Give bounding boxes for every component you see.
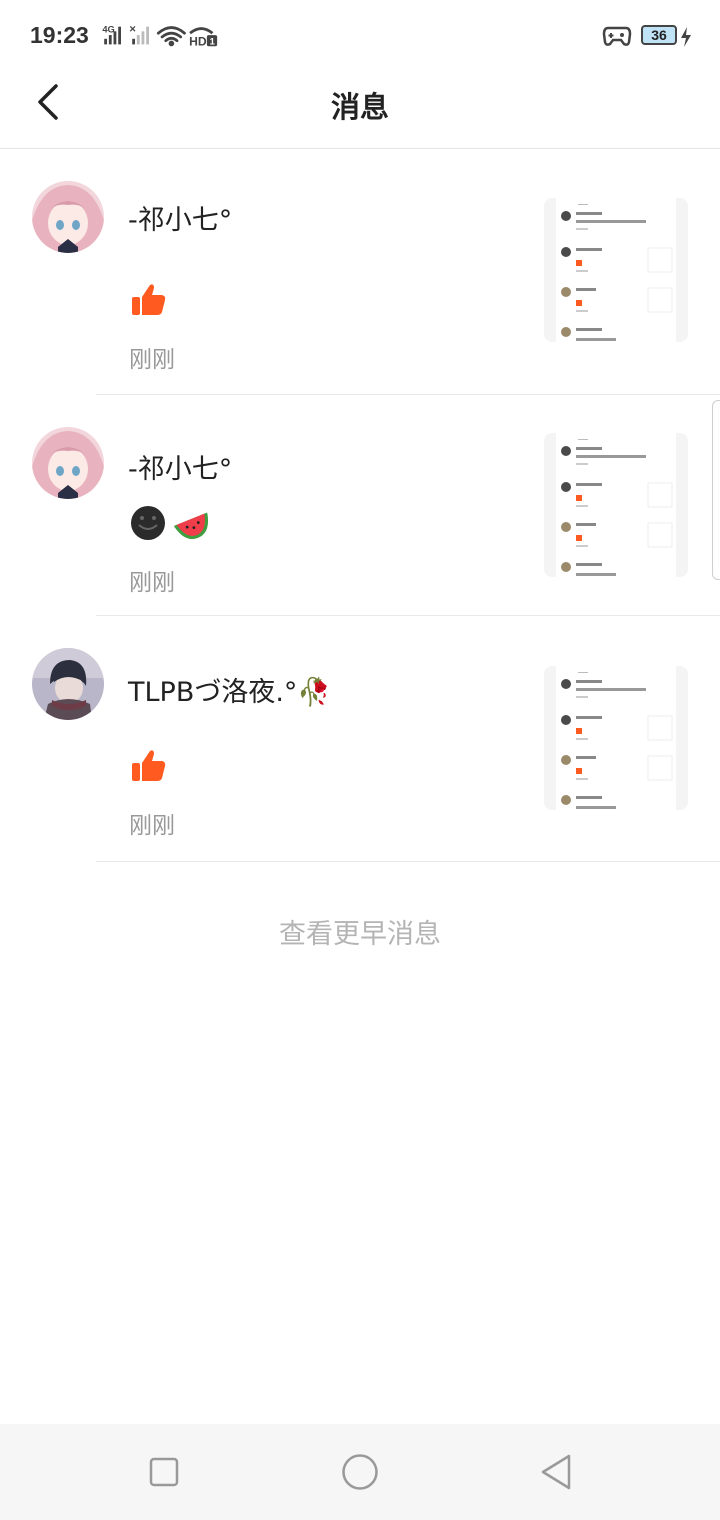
view-earlier-messages-link[interactable]: 查看更早消息 [0, 912, 720, 951]
home-icon [342, 1454, 378, 1490]
watermelon-emoji [173, 512, 209, 540]
battery-level: 36 [651, 27, 667, 43]
timestamp: 刚刚 [129, 347, 175, 373]
divider [96, 861, 720, 862]
page-title: 消息 [330, 90, 389, 124]
system-nav-bar [0, 1424, 720, 1520]
post-thumbnail[interactable] [544, 198, 688, 342]
reaction [128, 503, 212, 543]
recent-apps-icon [149, 1457, 179, 1487]
hd-call-icon: HD 1 [189, 27, 218, 48]
username[interactable]: TLPBづ洛夜.°🥀 [128, 670, 331, 709]
message-item[interactable]: -祁小七° 刚刚 [0, 395, 720, 616]
home-button[interactable] [340, 1452, 380, 1492]
reaction [128, 280, 168, 320]
post-thumbnail[interactable] [544, 666, 688, 810]
wifi-icon [156, 26, 186, 47]
message-item[interactable]: TLPBづ洛夜.°🥀 刚刚 [0, 616, 720, 862]
status-time: 19:23 [30, 22, 89, 48]
back-icon [541, 1454, 571, 1490]
svg-text:×: × [129, 23, 136, 35]
header: 消息 [0, 72, 720, 149]
avatar[interactable] [32, 427, 104, 499]
timestamp: 刚刚 [129, 813, 175, 839]
message-item[interactable]: -祁小七° 刚刚 [0, 150, 720, 395]
status-bar: 19:23 4G × HD 1 36 [0, 0, 720, 72]
signal-off-icon: × [129, 23, 149, 45]
avatar[interactable] [32, 648, 104, 720]
like-icon [132, 750, 166, 781]
gamepad-icon [602, 26, 632, 46]
post-thumbnail[interactable] [544, 433, 688, 577]
network-type-label: 4G [102, 24, 114, 34]
dark-smile-emoji [131, 506, 165, 540]
hd-label: HD [189, 34, 207, 48]
username[interactable]: -祁小七° [128, 447, 232, 486]
network-signal-icons: 4G × HD 1 [102, 23, 218, 48]
edge-panel-handle[interactable] [712, 400, 720, 580]
timestamp: 刚刚 [129, 570, 175, 596]
username[interactable]: -祁小七° [128, 198, 232, 237]
reaction [128, 746, 168, 786]
svg-text:1: 1 [210, 36, 215, 46]
recent-apps-button[interactable] [144, 1452, 184, 1492]
nav-back-button[interactable] [536, 1452, 576, 1492]
like-icon [132, 284, 166, 315]
avatar[interactable] [32, 181, 104, 253]
battery-icon: 36 [641, 25, 677, 45]
charging-icon [681, 27, 691, 47]
